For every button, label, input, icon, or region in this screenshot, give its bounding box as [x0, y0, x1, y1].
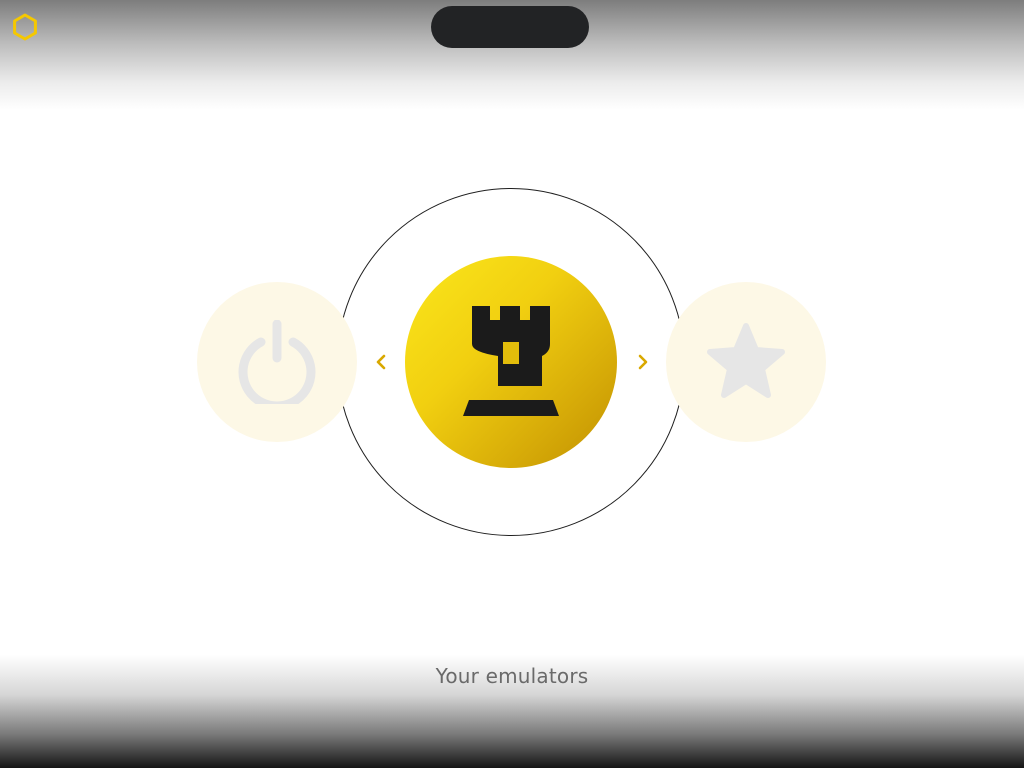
top-pill-button[interactable] [431, 6, 589, 48]
star-icon [707, 323, 785, 398]
section-caption: Your emulators [435, 664, 589, 688]
hexagon-icon[interactable] [10, 12, 40, 42]
power-icon [238, 320, 316, 404]
rook-tower-icon [463, 306, 559, 416]
carousel-item-power[interactable] [197, 282, 357, 442]
app-screen: Your emulators [0, 0, 1024, 768]
chevron-left-icon[interactable] [374, 352, 388, 372]
carousel-item-rook-selected[interactable] [405, 256, 617, 468]
chevron-right-icon[interactable] [636, 352, 650, 372]
carousel-item-favorites[interactable] [666, 282, 826, 442]
